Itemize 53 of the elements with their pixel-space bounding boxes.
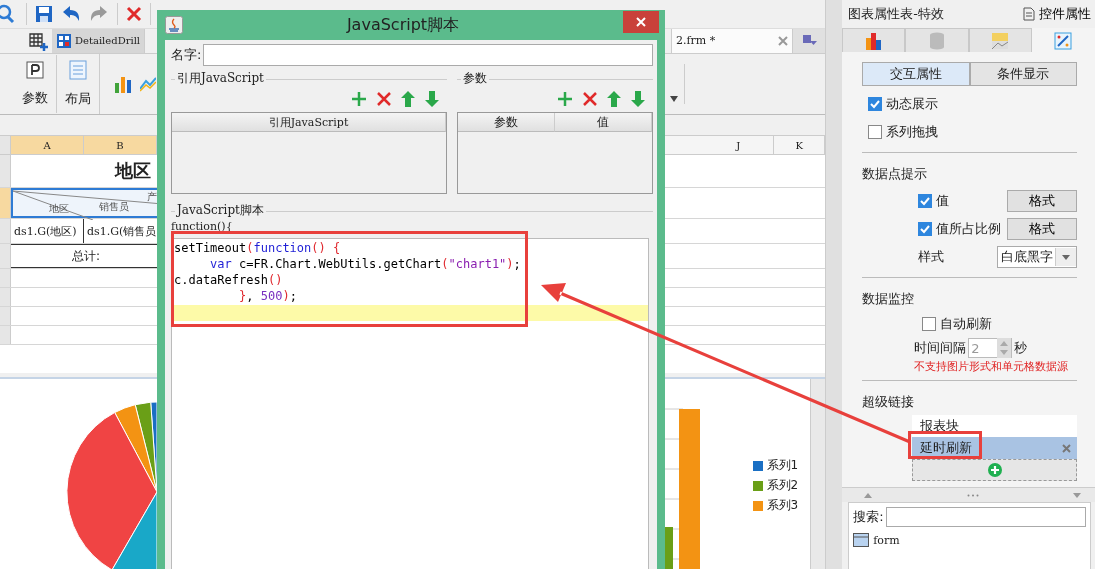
column-header: 引用JavaScript (172, 113, 446, 132)
sub-tab[interactable]: 条件显示 (969, 62, 1077, 86)
field-label: 时间间隔 (914, 339, 967, 357)
format-button[interactable]: 格式 (1007, 190, 1077, 212)
field-label: 样式 (918, 248, 946, 266)
hyperlink-item[interactable]: 报表块 (912, 415, 1077, 437)
section-title: 超级链接 (862, 393, 916, 411)
report-title: 地区 (113, 159, 152, 184)
document-tab[interactable]: 2.frm * (671, 28, 794, 54)
code-editor[interactable]: setTimeout(function() { var c=FR.Chart.WebUtils.getChart("chart1"); c.dataRefresh() }, 500); (171, 238, 649, 569)
column-header[interactable]: J (703, 136, 775, 155)
tab-label: 2.frm * (676, 34, 716, 48)
tab-label: DetailedDrill (75, 35, 141, 47)
column-header: 参数 (458, 113, 555, 132)
format-button[interactable]: 格式 (1007, 218, 1077, 240)
legend-label: 系列2 (766, 477, 799, 494)
code-line: setTimeout(function() { (173, 241, 342, 257)
widget-properties-button[interactable]: 控件属性 (1023, 5, 1091, 23)
panel-title: 图表属性表-特效 (848, 5, 944, 23)
field-label: 搜索: (853, 508, 884, 526)
group-title: JavaScript脚本 (175, 203, 266, 217)
checkbox-label: 动态展示 (886, 95, 939, 113)
dialog-title: JavaScript脚本 (345, 14, 461, 36)
dropdown-value: 白底黑字 (1000, 248, 1054, 266)
style-dropdown[interactable]: 白底黑字 (997, 246, 1077, 268)
code-line: }, 500); (238, 289, 298, 305)
legend-label: 系列3 (766, 497, 799, 514)
code-text: function(){ (171, 220, 234, 235)
table-cell: ds1.G(地区) (11, 219, 84, 244)
code-line: c.dataRefresh() (173, 273, 284, 289)
ribbon-button[interactable]: 参数 (14, 55, 57, 114)
warning-text: 不支持图片形式和单元格数据源 (913, 360, 1070, 374)
document-tab[interactable]: DetailedDrill (52, 28, 146, 54)
section-title: 数据监控 (862, 290, 916, 308)
column-header: 值 (555, 113, 652, 132)
sub-tab[interactable]: 交互属性 (862, 62, 970, 86)
group-title: 参数 (461, 71, 489, 85)
checkbox-label: 自动刷新 (940, 315, 993, 333)
section-title: 数据点提示 (862, 165, 929, 183)
checkbox-label: 值 (936, 192, 951, 210)
field-label: 名字: (171, 46, 202, 64)
tree-item[interactable]: form (853, 533, 1086, 547)
column-header[interactable]: B (84, 136, 157, 155)
unit-label: 秒 (1014, 339, 1028, 357)
hyperlink-item[interactable]: 延时刷新 (912, 437, 1077, 459)
legend-label: 系列1 (766, 457, 799, 474)
group-title: 引用JavaScript (175, 71, 266, 85)
column-header[interactable]: A (11, 136, 84, 155)
checkbox-label: 系列拖拽 (886, 123, 939, 141)
ribbon-button[interactable]: 布局 (57, 54, 100, 115)
spinner-value: 2 (971, 340, 980, 356)
checkbox-label: 值所占比例 (936, 220, 1003, 238)
code-line: var c=FR.Chart.WebUtils.getChart("chart1"); (209, 257, 522, 273)
